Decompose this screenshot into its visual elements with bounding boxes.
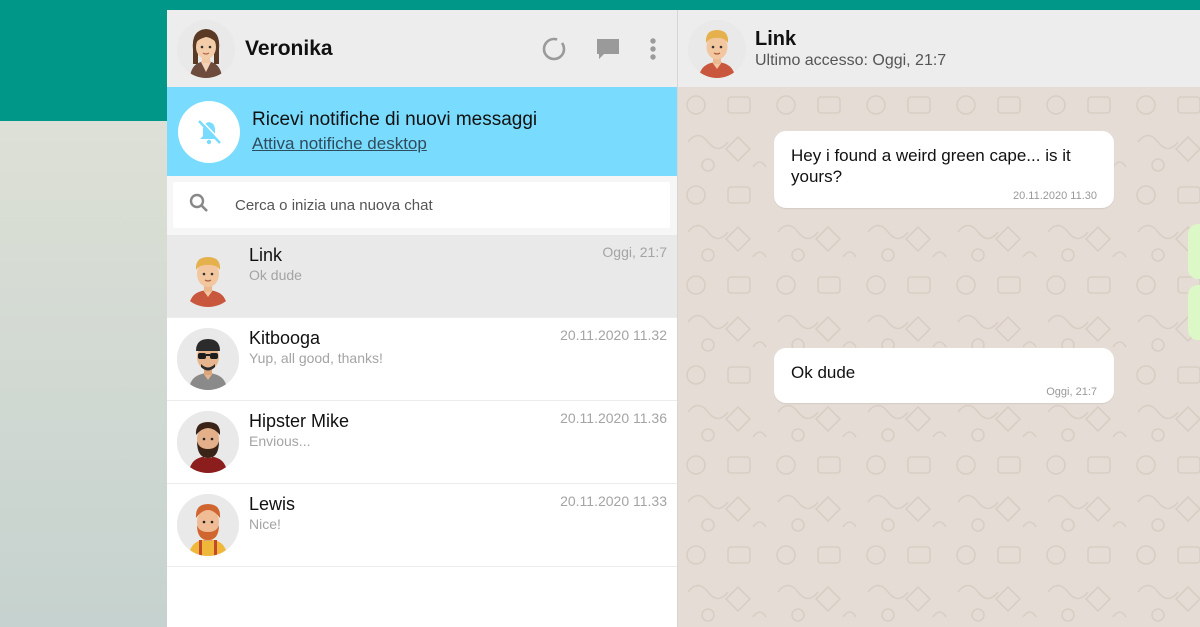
- header-actions: [541, 36, 657, 62]
- my-name: Veronika: [245, 36, 333, 60]
- search-input[interactable]: [235, 196, 635, 214]
- chat-item-hipster-mike[interactable]: Hipster Mike Envious... 20.11.2020 11.36: [167, 401, 677, 484]
- chat-list: Link Ok dude Oggi, 21:7 Kitbooga Yup, al…: [167, 235, 677, 567]
- chat-app: Veronika Ricevi notifiche di nuovi messa…: [167, 10, 1200, 627]
- conversation-pane: Link Ultimo accesso: Oggi, 21:7 Hey i fo…: [678, 10, 1200, 627]
- chat-time: 20.11.2020 11.33: [560, 493, 667, 509]
- contact-name: Link: [755, 27, 797, 50]
- notification-banner: Ricevi notifiche di nuovi messaggi Attiv…: [167, 87, 677, 176]
- chat-item-lewis[interactable]: Lewis Nice! 20.11.2020 11.33: [167, 484, 677, 567]
- notification-title: Ricevi notifiche di nuovi messaggi: [252, 109, 538, 130]
- search-bar: [167, 176, 677, 235]
- conversation-header: Link Ultimo accesso: Oggi, 21:7: [678, 10, 1200, 87]
- avatar: [177, 411, 239, 473]
- contact-avatar[interactable]: [688, 19, 746, 78]
- message-bubble[interactable]: Ok dude Oggi, 21:7: [774, 348, 1114, 403]
- sidebar-header: Veronika: [167, 10, 677, 87]
- status-icon[interactable]: [541, 36, 567, 62]
- avatar: [177, 245, 239, 307]
- chat-preview: Ok dude: [249, 267, 302, 283]
- message-text: Ok dude: [791, 363, 856, 382]
- chat-preview: Yup, all good, thanks!: [249, 350, 383, 366]
- sidebar: Veronika Ricevi notifiche di nuovi messa…: [167, 10, 678, 627]
- chat-time: 20.11.2020 11.36: [560, 410, 667, 426]
- message-time: 20.11.2020 11.30: [1012, 190, 1097, 202]
- message-text: Hey i found a weird green cape... is it …: [791, 146, 1071, 186]
- enable-notifications-link[interactable]: Attiva notifiche desktop: [252, 134, 427, 154]
- chat-icon[interactable]: [595, 36, 621, 62]
- message-time: Oggi, 21:7: [1046, 386, 1097, 398]
- avatar: [177, 494, 239, 556]
- chat-preview: Envious...: [249, 433, 311, 449]
- avatar: [177, 328, 239, 390]
- outgoing-bubble-edge: [1188, 224, 1200, 279]
- search-icon: [189, 193, 209, 218]
- menu-icon[interactable]: [649, 36, 657, 62]
- my-avatar[interactable]: [177, 19, 235, 78]
- search-box: [173, 182, 670, 228]
- outgoing-bubble-edge: [1188, 285, 1200, 340]
- bell-off-icon: [178, 100, 240, 163]
- chat-time: Oggi, 21:7: [602, 244, 667, 260]
- chat-preview: Nice!: [249, 516, 281, 532]
- message-bubble[interactable]: Hey i found a weird green cape... is it …: [774, 131, 1114, 208]
- chat-item-kitbooga[interactable]: Kitbooga Yup, all good, thanks! 20.11.20…: [167, 318, 677, 401]
- chat-item-link[interactable]: Link Ok dude Oggi, 21:7: [167, 235, 677, 318]
- chat-time: 20.11.2020 11.32: [560, 327, 667, 343]
- last-seen-status: Ultimo accesso: Oggi, 21:7: [755, 51, 947, 69]
